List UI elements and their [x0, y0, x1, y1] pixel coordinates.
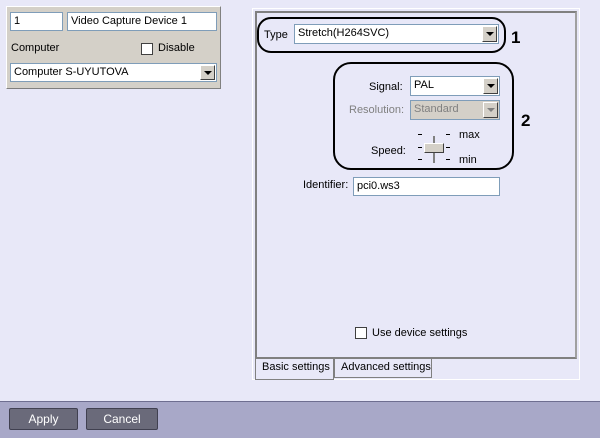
callout-1-number: 1 [511, 28, 521, 47]
apply-button[interactable]: Apply [9, 408, 78, 430]
tab-advanced-settings[interactable]: Advanced settings [334, 359, 432, 378]
slider-tick [446, 147, 450, 148]
chevron-down-icon[interactable] [482, 26, 497, 42]
slider-tick [418, 147, 422, 148]
signal-label: Signal: [369, 81, 403, 93]
speed-slider-thumb[interactable] [424, 143, 444, 153]
signal-select[interactable]: PAL [410, 76, 500, 96]
slider-tick [446, 134, 450, 135]
computer-label: Computer [11, 42, 60, 54]
chevron-down-icon [483, 102, 498, 118]
tab-basic-settings[interactable]: Basic settings [255, 359, 334, 380]
identifier-label: Identifier: [303, 179, 349, 191]
slider-tick [446, 159, 450, 160]
use-device-settings-checkbox[interactable] [355, 327, 367, 339]
type-label: Type [264, 29, 288, 41]
computer-select[interactable]: Computer S-UYUTOVA [10, 63, 217, 82]
disable-label: Disable [158, 42, 195, 54]
cancel-button[interactable]: Cancel [86, 408, 158, 430]
resolution-label: Resolution: [349, 104, 405, 116]
signal-select-value: PAL [414, 79, 434, 91]
slider-tick [418, 134, 422, 135]
type-select[interactable]: Stretch(H264SVC) [294, 24, 499, 44]
speed-max-label: max [459, 129, 480, 141]
device-id-field[interactable]: 1 [10, 12, 63, 31]
identifier-field[interactable]: pci0.ws3 [353, 177, 500, 196]
use-device-settings-label: Use device settings [372, 327, 468, 339]
speed-min-label: min [459, 154, 477, 166]
speed-label: Speed: [371, 145, 406, 157]
chevron-down-icon[interactable] [483, 78, 498, 94]
type-select-value: Stretch(H264SVC) [298, 27, 390, 39]
resolution-select-value: Standard [414, 103, 459, 115]
computer-select-value: Computer S-UYUTOVA [14, 66, 129, 78]
resolution-select: Standard [410, 100, 500, 120]
disable-checkbox[interactable] [141, 43, 153, 55]
slider-tick [418, 159, 422, 160]
chevron-down-icon[interactable] [200, 65, 215, 80]
device-name-field[interactable]: Video Capture Device 1 [67, 12, 217, 31]
callout-2-number: 2 [521, 111, 531, 130]
